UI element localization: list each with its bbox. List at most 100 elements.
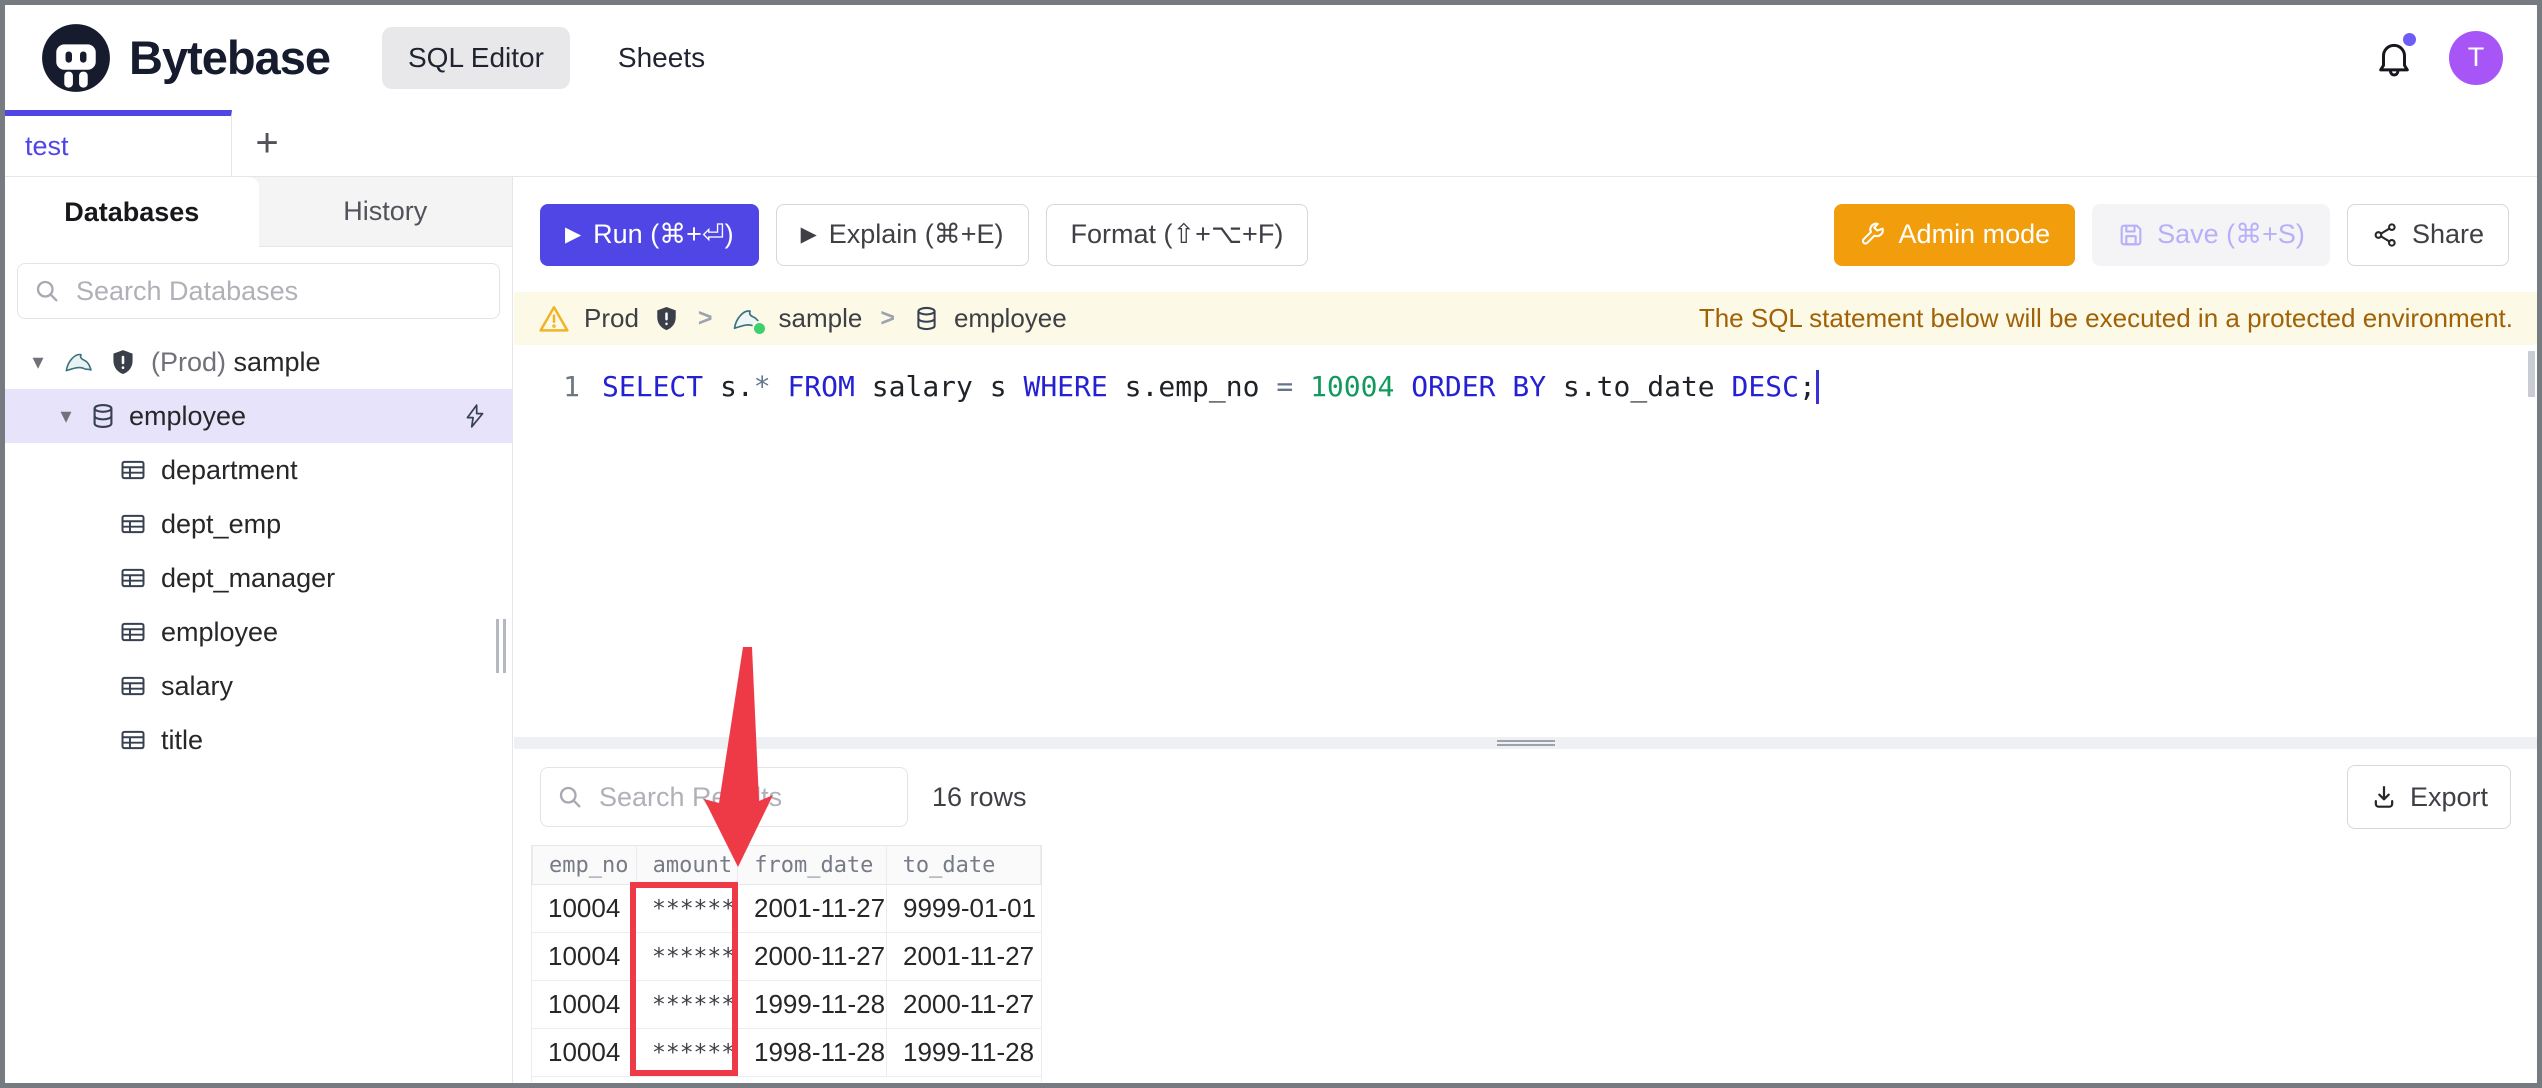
sql-code-line[interactable]: 1 SELECT s. * FROM salary s WHERE s.emp_no… — [514, 345, 2537, 409]
tree-item-instance[interactable]: ▾ (Prod) sample — [5, 335, 512, 389]
database-search — [5, 247, 512, 319]
masked-value: ****** — [636, 981, 738, 1028]
table-row[interactable]: 10004 ****** 2001-11-27 9999-01-01 — [531, 885, 1042, 933]
results-toolbar: 16 rows Export — [514, 749, 2537, 845]
tree-item-table[interactable]: title — [5, 713, 512, 767]
sidebar-resize-handle[interactable] — [496, 619, 508, 673]
tab-databases[interactable]: Databases — [5, 177, 259, 247]
brand[interactable]: Bytebase — [39, 21, 331, 95]
bytebase-logo-icon — [39, 21, 113, 95]
column-header[interactable]: amount — [637, 846, 739, 884]
row-count: 16 rows — [932, 781, 1027, 812]
warning-triangle-icon — [538, 304, 570, 334]
editor-toolbar: ▶ Run (⌘+⏎) ▶ Explain (⌘+E) Format (⇧+⌥+… — [514, 177, 2537, 292]
breadcrumb-database: sample — [778, 303, 863, 333]
wrench-icon — [1859, 221, 1887, 249]
tree-item-table[interactable]: employee — [5, 605, 512, 659]
editor-scrollbar[interactable] — [2528, 351, 2535, 397]
masked-value: ****** — [636, 1029, 738, 1076]
sql-token: DESC — [1731, 370, 1799, 403]
table-row[interactable]: 10004 ****** 2000-11-27 2001-11-27 — [531, 933, 1042, 981]
column-header[interactable]: from_date — [738, 846, 887, 884]
add-sheet-button[interactable]: + — [232, 110, 302, 176]
table-name: employee — [161, 616, 279, 647]
sql-token: s.emp_no — [1107, 370, 1277, 403]
play-icon: ▶ — [565, 223, 582, 246]
table-row[interactable]: 10004 ****** 1998-11-28 1999-11-28 — [531, 1029, 1042, 1077]
table-name: salary — [161, 670, 234, 701]
database-icon — [913, 305, 940, 332]
share-button[interactable]: Share — [2346, 203, 2509, 266]
sql-editor[interactable]: 1 SELECT s. * FROM salary s WHERE s.emp_no… — [514, 345, 2537, 737]
admin-mode-button[interactable]: Admin mode — [1833, 203, 2076, 266]
notification-bell-icon[interactable] — [2373, 29, 2419, 80]
run-button[interactable]: ▶ Run (⌘+⏎) — [540, 203, 759, 266]
tab-history[interactable]: History — [259, 177, 513, 246]
lightning-icon[interactable] — [462, 403, 488, 429]
table-icon — [119, 618, 147, 646]
shield-icon — [109, 348, 137, 376]
sql-token: s.to_date — [1546, 370, 1732, 403]
database-name: employee — [129, 400, 247, 431]
brand-name: Bytebase — [129, 31, 331, 84]
shield-icon — [653, 305, 680, 332]
main-pane: ▶ Run (⌘+⏎) ▶ Explain (⌘+E) Format (⇧+⌥+… — [514, 177, 2537, 1083]
table-icon — [119, 510, 147, 538]
splitter-grip-icon[interactable] — [1496, 740, 1555, 746]
sql-token: FROM — [787, 370, 855, 403]
environment-prefix: (Prod) — [151, 346, 227, 377]
database-icon — [89, 402, 117, 430]
table-name: department — [161, 454, 298, 485]
mysql-icon — [63, 348, 95, 376]
tab-test[interactable]: test — [5, 110, 232, 176]
sidebar-tabs: Databases History — [5, 177, 512, 247]
masked-value: ****** — [636, 885, 738, 932]
format-button[interactable]: Format (⇧+⌥+F) — [1045, 203, 1309, 266]
play-icon: ▶ — [800, 223, 817, 246]
protected-environment-warning: The SQL statement below will be executed… — [1698, 303, 2513, 333]
partial-row — [531, 1077, 1042, 1082]
search-results-input[interactable] — [540, 767, 908, 827]
search-databases-input[interactable] — [17, 263, 500, 319]
topbar-right: T — [2373, 29, 2503, 85]
sql-editor-app: Bytebase SQL Editor Sheets T test + Data… — [0, 0, 2542, 1088]
results-grid: emp_no amount from_date to_date 10004 **… — [531, 845, 1042, 1082]
table-icon — [119, 672, 147, 700]
breadcrumb-table: employee — [953, 303, 1067, 333]
results-header-row: emp_no amount from_date to_date — [531, 845, 1042, 885]
save-floppy-icon — [2117, 221, 2145, 249]
caret-down-icon[interactable]: ▾ — [55, 403, 77, 429]
tree-item-database[interactable]: ▾ employee — [5, 389, 512, 443]
tree-item-table[interactable]: department — [5, 443, 512, 497]
tree-item-table[interactable]: salary — [5, 659, 512, 713]
nav-sql-editor[interactable]: SQL Editor — [382, 26, 570, 89]
explain-button[interactable]: ▶ Explain (⌘+E) — [775, 203, 1029, 266]
avatar[interactable]: T — [2449, 30, 2503, 85]
masked-value: ****** — [636, 933, 738, 980]
export-button[interactable]: Export — [2346, 765, 2511, 829]
table-name: title — [161, 724, 204, 755]
text-cursor — [1815, 370, 1819, 404]
column-header[interactable]: emp_no — [532, 846, 637, 884]
sql-token: = — [1276, 370, 1294, 403]
column-header[interactable]: to_date — [887, 846, 1041, 884]
instance-name: sample — [233, 346, 321, 377]
top-nav: SQL Editor Sheets — [382, 26, 731, 89]
table-icon — [119, 456, 147, 484]
table-name: dept_manager — [161, 562, 336, 593]
line-number: 1 — [563, 370, 580, 403]
nav-sheets[interactable]: Sheets — [592, 27, 731, 89]
pane-splitter[interactable] — [514, 737, 2537, 749]
sql-token: 10004 — [1310, 370, 1395, 403]
search-icon — [33, 277, 61, 305]
save-button[interactable]: Save (⌘+S) — [2092, 203, 2330, 266]
sql-token: salary s — [854, 370, 1024, 403]
sql-token: WHERE — [1023, 370, 1108, 403]
caret-down-icon[interactable]: ▾ — [27, 349, 49, 375]
tree-item-table[interactable]: dept_emp — [5, 497, 512, 551]
share-icon — [2372, 221, 2400, 249]
tree-item-table[interactable]: dept_manager — [5, 551, 512, 605]
table-row[interactable]: 10004 ****** 1999-11-28 2000-11-27 — [531, 981, 1042, 1029]
download-icon — [2370, 783, 2398, 811]
sheet-tabstrip: test + — [5, 110, 2537, 177]
